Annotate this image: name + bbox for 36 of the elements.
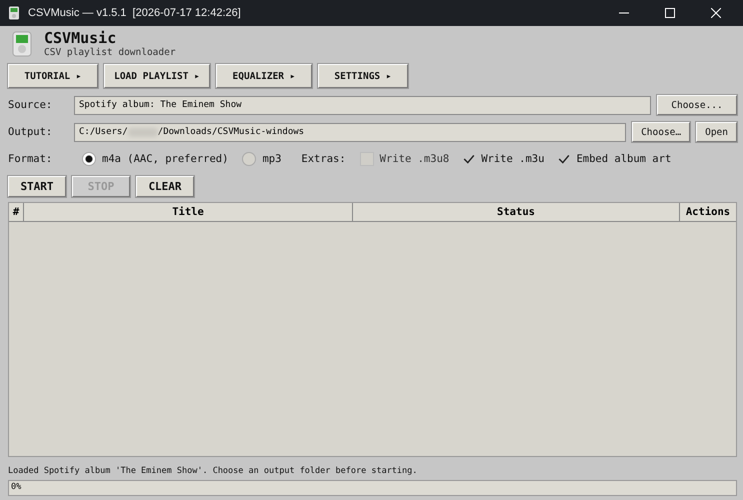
action-button[interactable]: START: [8, 176, 66, 196]
music-player-icon: [8, 6, 20, 20]
menu-button[interactable]: LOAD PLAYLIST ▸: [104, 64, 210, 88]
menu-button[interactable]: SETTINGS ▸: [318, 64, 408, 88]
output-label: Output:: [8, 126, 54, 138]
column-header[interactable]: Status: [353, 203, 680, 221]
extras-option[interactable]: Write .m3u: [481, 153, 544, 165]
radio-button[interactable]: [82, 152, 96, 166]
check-icon[interactable]: [463, 153, 476, 165]
app-subtitle: CSV playlist downloader: [44, 47, 176, 58]
status-message: Loaded Spotify album 'The Eminem Show'. Choose an output folder before starting.: [8, 466, 418, 476]
format-option[interactable]: mp3: [262, 153, 282, 165]
extras-label: Extras:: [301, 153, 346, 165]
column-header[interactable]: #: [9, 203, 24, 221]
check-icon[interactable]: [558, 153, 570, 165]
progress-label: 0%: [11, 482, 22, 492]
menu-button[interactable]: TUTORIAL ▸: [8, 64, 98, 88]
extras-option[interactable]: Embed album art: [576, 153, 672, 165]
source-label: Source:: [8, 99, 54, 111]
radio-button[interactable]: [242, 152, 256, 166]
folder-button[interactable]: Choose…: [632, 122, 690, 142]
action-button[interactable]: CLEAR: [136, 176, 194, 196]
close-icon[interactable]: [711, 8, 721, 18]
folder-button[interactable]: Open: [696, 122, 737, 142]
music-player-icon: [12, 31, 32, 57]
window-title: CSVMusic — v1.5.1 [2026-07-17 12:42:26]: [28, 7, 241, 19]
maximize-icon[interactable]: [665, 8, 675, 18]
format-option[interactable]: m4a (AAC, preferred): [102, 153, 228, 165]
column-header[interactable]: Actions: [680, 203, 736, 221]
choose-button[interactable]: Choose...: [657, 95, 737, 115]
format-label: Format:: [8, 153, 54, 165]
menu-button[interactable]: EQUALIZER ▸: [216, 64, 312, 88]
column-header[interactable]: Title: [24, 203, 353, 221]
source-field[interactable]: Spotify album: The Eminem Show: [74, 96, 651, 114]
app-title: CSVMusic: [44, 30, 118, 47]
output-field[interactable]: C:/Users/ /Downloads/CSVMusic-windows: [74, 122, 626, 142]
